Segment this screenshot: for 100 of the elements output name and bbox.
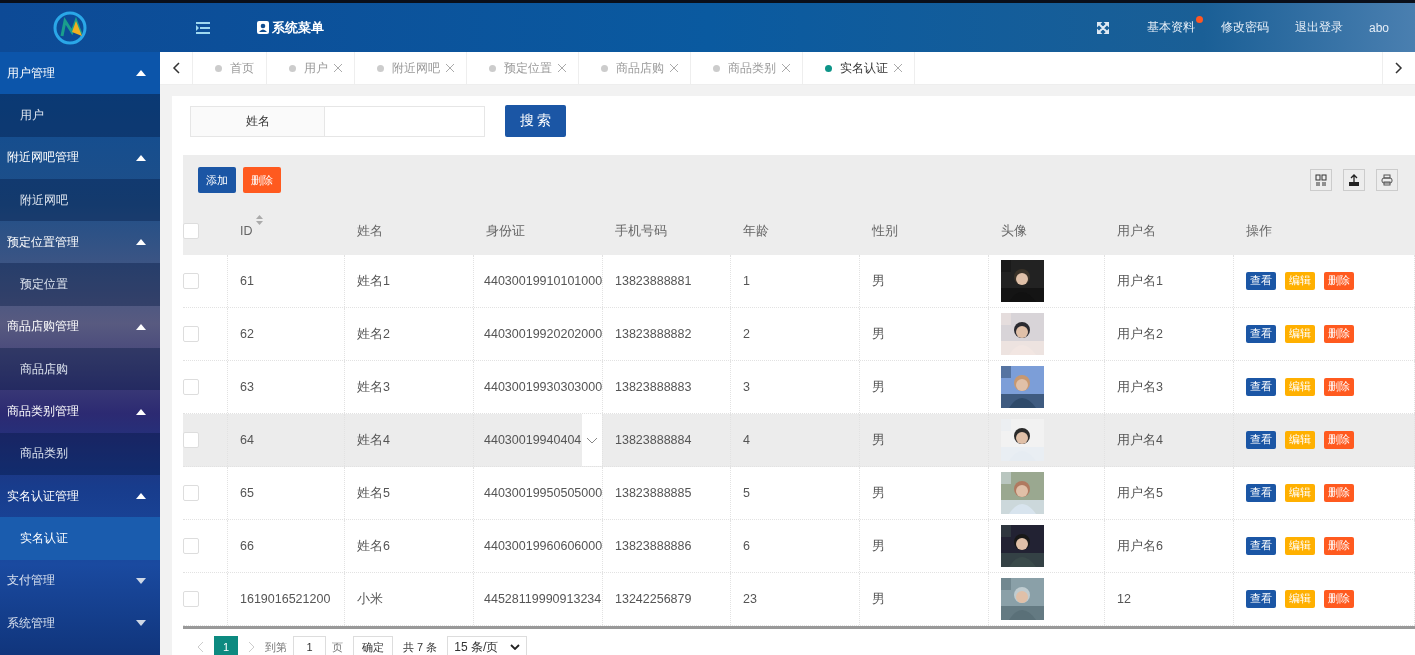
chevron-down-icon <box>510 644 521 650</box>
table-cell: 用户名6 <box>1117 537 1163 555</box>
column-header: 操作 <box>1246 222 1272 240</box>
table-cell: 13242256879 <box>615 592 692 606</box>
total-count: 共 7 条 <box>403 639 438 655</box>
table-row[interactable]: 63 姓名3 44030019930303000 13823888883 3 男 用户名3 查看 编辑 删除 <box>183 361 1415 414</box>
checkbox[interactable] <box>183 591 199 607</box>
close-icon[interactable] <box>446 64 454 72</box>
page-button[interactable]: 1 <box>214 636 238 655</box>
chevron-down-icon <box>586 436 598 444</box>
sidebar-group[interactable]: 预定位置管理 <box>0 221 160 264</box>
table-cell: 44030019960606000 <box>484 539 602 553</box>
table-cell: 男 <box>872 484 885 502</box>
sidebar-group[interactable]: 用户管理 <box>0 52 160 95</box>
table-cell: 3 <box>743 380 750 394</box>
dot-icon <box>601 64 608 72</box>
header-link[interactable]: 基本资料 <box>1146 19 1195 36</box>
table-row[interactable]: 66 姓名6 44030019960606000 13823888886 6 男 用户名6 查看 编辑 删除 <box>183 520 1415 573</box>
table-cell: 姓名3 <box>357 378 390 396</box>
page-size-select[interactable]: 15 条/页 <box>447 635 528 655</box>
sidebar-item[interactable]: 实名认证 <box>0 517 160 560</box>
close-icon[interactable] <box>894 64 902 72</box>
table-cell: 63 <box>240 380 254 394</box>
search-field[interactable]: 姓名 <box>190 105 485 137</box>
search-button[interactable]: 搜 索 <box>505 105 566 137</box>
column-header: 年龄 <box>743 222 769 240</box>
add-button[interactable]: 添加 <box>198 167 236 193</box>
checkbox[interactable] <box>183 326 199 342</box>
checkbox[interactable] <box>183 273 199 289</box>
sidebar-group[interactable]: 商品类别管理 <box>0 390 160 433</box>
print-icon[interactable] <box>1381 173 1393 187</box>
sort-icon[interactable] <box>255 215 263 225</box>
close-icon[interactable] <box>334 64 342 72</box>
column-header: 头像 <box>1001 222 1027 240</box>
column-header: 手机号码 <box>615 222 667 240</box>
close-icon[interactable] <box>558 64 566 72</box>
checkbox[interactable] <box>183 485 199 501</box>
sidebar-group[interactable]: 支付管理 <box>0 559 160 602</box>
sidebar-item[interactable]: 商品店购 <box>0 348 160 391</box>
confirm-button[interactable]: 确定 <box>353 636 393 655</box>
table-cell: 男 <box>872 431 885 449</box>
view-button[interactable]: 查看 <box>1246 484 1276 502</box>
view-button[interactable]: 查看 <box>1246 537 1276 555</box>
table-cell: 62 <box>240 327 254 341</box>
checkbox[interactable] <box>183 379 199 395</box>
table-cell: 23 <box>743 592 757 606</box>
sidebar-item[interactable]: 商品类别 <box>0 432 160 475</box>
fullscreen-icon[interactable] <box>1096 21 1109 34</box>
header-link[interactable]: 退出登录 <box>1294 19 1343 36</box>
table-row[interactable]: 61 姓名1 44030019910101000 13823888881 1 男 用户名1 查看 编辑 删除 <box>183 255 1415 308</box>
table-cell: 用户名3 <box>1117 378 1163 396</box>
table-cell: 13823888885 <box>615 486 692 500</box>
table-row[interactable]: 64 姓名4 44030019940404 13823888884 4 男 用户名4 查看 编辑 删除 <box>183 414 1415 467</box>
sidebar-item[interactable]: 用户 <box>0 94 160 137</box>
view-button[interactable]: 查看 <box>1246 590 1276 608</box>
table-cell: 13823888883 <box>615 380 692 394</box>
user-name[interactable]: abo <box>1368 20 1389 35</box>
export-icon[interactable] <box>1348 173 1360 187</box>
sidebar-group[interactable]: 附近网吧管理 <box>0 136 160 179</box>
columns-icon[interactable] <box>1315 173 1327 187</box>
tab[interactable]: 实名认证 <box>803 52 915 84</box>
sidebar-group[interactable]: 商品店购管理 <box>0 305 160 349</box>
table-cell: 男 <box>872 537 885 555</box>
view-button[interactable]: 查看 <box>1246 272 1276 290</box>
dot-icon <box>377 64 384 72</box>
dot-icon <box>289 64 296 72</box>
sidebar-item[interactable]: 附近网吧 <box>0 178 160 222</box>
table-cell: 66 <box>240 539 254 553</box>
table-cell: 5 <box>743 486 750 500</box>
header-link[interactable]: 修改密码 <box>1220 19 1269 36</box>
table-cell: 1619016521200 <box>240 592 331 606</box>
sidebar-item[interactable]: 预定位置 <box>0 263 160 306</box>
chevron-right-icon[interactable] <box>1395 62 1403 74</box>
table-cell: 44030019940404 <box>484 433 582 447</box>
table-row[interactable]: 65 姓名5 44030019950505000 13823888885 5 男 用户名5 查看 编辑 删除 <box>183 467 1415 520</box>
checkbox[interactable] <box>183 538 199 554</box>
table-row[interactable]: 62 姓名2 44030019920202000 13823888882 2 男 用户名2 查看 编辑 删除 <box>183 308 1415 361</box>
table-row[interactable]: 1619016521200 小米 44528119990913234 13242256879 23 男 12 查看 编辑 删除 <box>183 573 1415 626</box>
column-header: 姓名 <box>357 222 383 240</box>
table-cell: 姓名4 <box>357 431 390 449</box>
checkbox[interactable] <box>183 223 199 239</box>
sidebar-group[interactable]: 系统管理 <box>0 601 160 645</box>
view-button[interactable]: 查看 <box>1246 325 1276 343</box>
view-button[interactable]: 查看 <box>1246 378 1276 396</box>
pager-text: 页 <box>332 639 343 655</box>
page-input[interactable]: 1 <box>293 636 326 655</box>
table-cell: 64 <box>240 433 254 447</box>
table-cell: 13823888886 <box>615 539 692 553</box>
checkbox[interactable] <box>183 432 199 448</box>
table-cell: 13823888882 <box>615 327 692 341</box>
view-button[interactable]: 查看 <box>1246 431 1276 449</box>
menu-icon[interactable] <box>196 21 210 34</box>
table-cell: 4 <box>743 433 750 447</box>
chevron-left-icon[interactable] <box>172 62 180 74</box>
table-cell: 13823888884 <box>615 433 692 447</box>
close-icon[interactable] <box>670 64 678 72</box>
table-cell: 用户名1 <box>1117 272 1163 290</box>
close-icon[interactable] <box>782 64 790 72</box>
sidebar-group[interactable]: 实名认证管理 <box>0 474 160 518</box>
table-cell: 44030019910101000 <box>484 274 602 288</box>
